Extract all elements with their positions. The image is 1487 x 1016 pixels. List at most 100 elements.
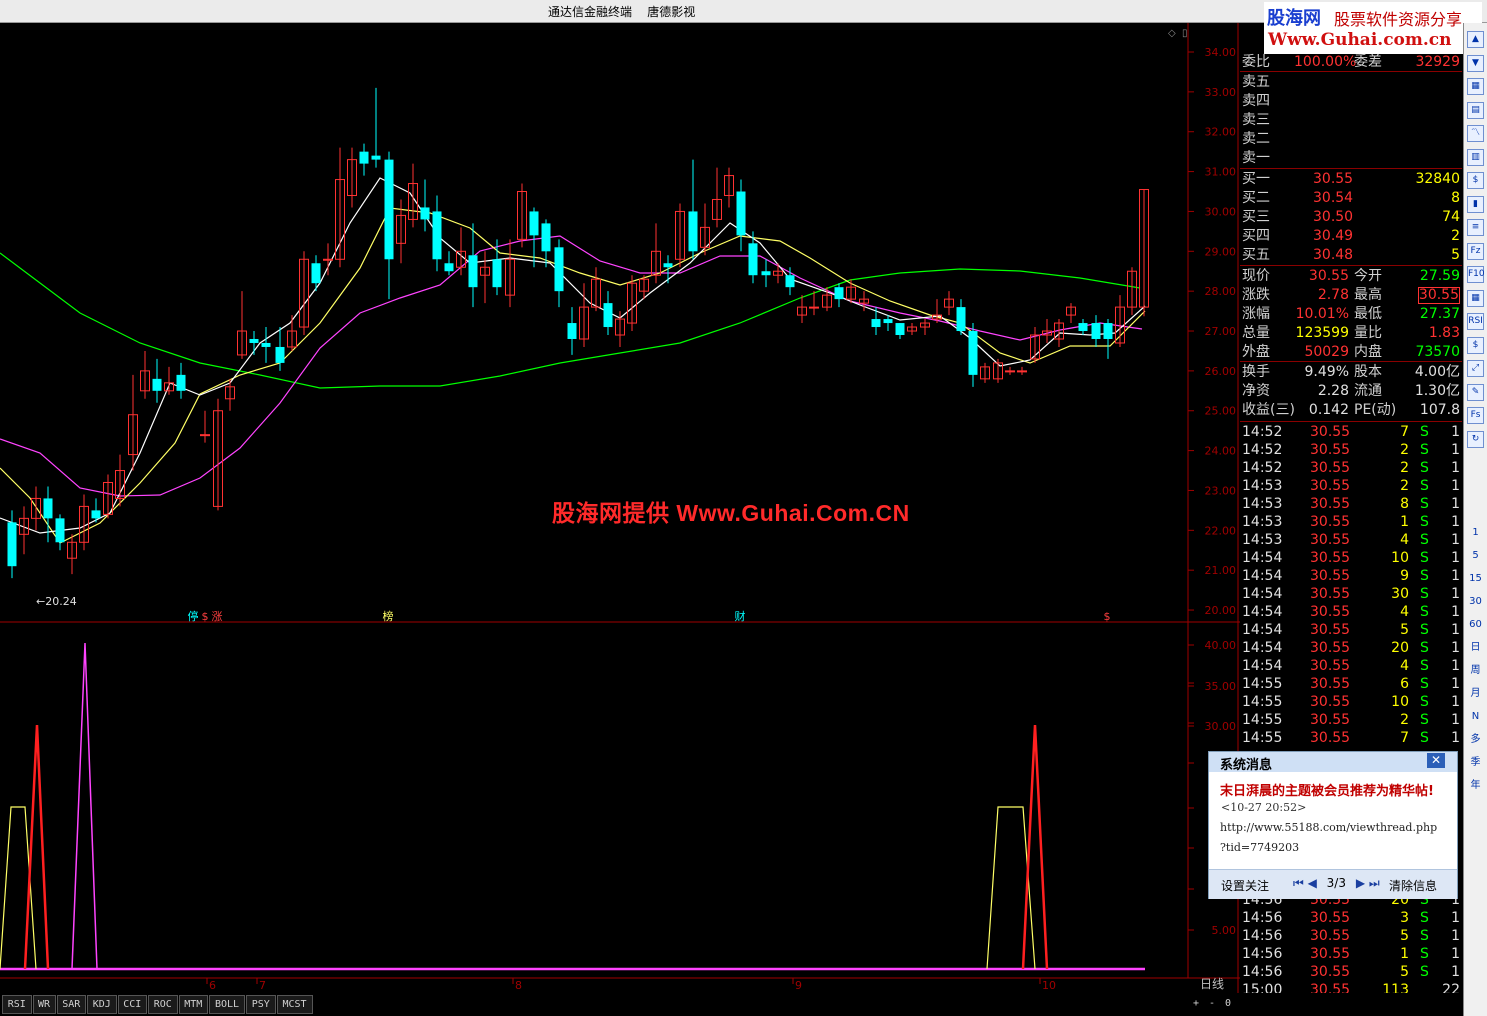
indicator-tab[interactable]: MCST bbox=[276, 995, 313, 1014]
buy-label: 买四 bbox=[1242, 228, 1270, 244]
tick-side: S bbox=[1420, 622, 1429, 638]
brand-logo[interactable]: 股海网 股票软件资源分享 Www.Guhai.com.cn bbox=[1264, 2, 1482, 54]
indicator-tab[interactable]: WR bbox=[32, 995, 56, 1014]
list-icon[interactable]: ≡ bbox=[1467, 219, 1484, 236]
candle-body-down bbox=[1103, 323, 1113, 339]
event-marker[interactable]: 涨 bbox=[212, 610, 223, 623]
next-page-button[interactable]: ▶ ⏭ bbox=[1356, 876, 1380, 890]
buy-label: 买三 bbox=[1242, 209, 1270, 225]
indicator-magenta-spike bbox=[71, 642, 98, 970]
tick-price: 30.55 bbox=[1310, 640, 1351, 656]
f10-icon[interactable]: F10 bbox=[1467, 266, 1485, 283]
period-button[interactable]: 5 bbox=[1466, 546, 1485, 565]
period-button[interactable]: 1 bbox=[1466, 523, 1485, 542]
popup-url[interactable]: http://www.55188.com/viewthread.php bbox=[1220, 821, 1437, 834]
tick-time: 14:52 bbox=[1242, 424, 1283, 440]
indicator-tab[interactable]: KDJ bbox=[87, 995, 117, 1014]
indicator-tab[interactable]: SAR bbox=[56, 995, 86, 1014]
event-marker[interactable]: 财 bbox=[735, 609, 746, 623]
period-button[interactable]: 年 bbox=[1466, 776, 1485, 795]
down-arrow-icon[interactable]: ▼ bbox=[1467, 54, 1484, 72]
period-button[interactable]: 60 bbox=[1466, 615, 1485, 634]
period-button[interactable]: 季 bbox=[1466, 753, 1485, 772]
tick-price: 30.55 bbox=[1310, 658, 1351, 674]
period-button[interactable]: 月 bbox=[1466, 684, 1485, 703]
tick-side: S bbox=[1420, 712, 1429, 728]
buy-label: 买一 bbox=[1242, 171, 1270, 187]
refresh-icon[interactable]: ↻ bbox=[1467, 430, 1484, 448]
tick-price: 30.55 bbox=[1310, 712, 1351, 728]
tick-count: 1 bbox=[1451, 964, 1460, 980]
panel-divider bbox=[1240, 361, 1462, 362]
bar-chart-icon[interactable]: ▮ bbox=[1467, 195, 1484, 213]
indicator-tab[interactable]: BOLL bbox=[209, 995, 245, 1014]
event-marker[interactable]: $ bbox=[202, 610, 209, 623]
tick-side: S bbox=[1420, 964, 1429, 980]
zoom-control[interactable]: - bbox=[1206, 995, 1218, 1012]
candle-body-down bbox=[371, 155, 381, 160]
event-marker[interactable]: $ bbox=[1104, 610, 1111, 623]
watermark: 股海网提供 Www.Guhai.Com.CN bbox=[552, 500, 910, 526]
candle-body-down bbox=[7, 522, 17, 567]
follow-button[interactable]: 设置关注 bbox=[1221, 877, 1269, 894]
tick-price: 30.55 bbox=[1310, 460, 1351, 476]
prev-page-button[interactable]: ⏮ ◀ bbox=[1293, 876, 1317, 890]
panel-divider bbox=[1240, 265, 1462, 266]
candle-icon[interactable]: ▥ bbox=[1467, 148, 1484, 166]
zoom-control[interactable]: 0 bbox=[1222, 995, 1234, 1012]
tick-price: 30.55 bbox=[1310, 964, 1351, 980]
dollar-icon[interactable]: $ bbox=[1467, 336, 1484, 354]
line-chart-icon[interactable]: 〽 bbox=[1467, 125, 1484, 142]
tick-volume: 7 bbox=[1400, 730, 1409, 746]
period-button[interactable]: 15 bbox=[1466, 569, 1485, 588]
period-button[interactable]: 日 bbox=[1466, 638, 1485, 657]
period-button[interactable]: 周 bbox=[1466, 661, 1485, 680]
tick-time: 14:53 bbox=[1242, 532, 1283, 548]
indicator-tab[interactable]: CCI bbox=[117, 995, 147, 1014]
tick-time: 14:54 bbox=[1242, 550, 1283, 566]
tick-count: 1 bbox=[1451, 550, 1460, 566]
grid-icon[interactable]: ▦ bbox=[1467, 78, 1484, 95]
period-button[interactable]: N bbox=[1466, 707, 1485, 726]
tick-side: S bbox=[1420, 658, 1429, 674]
rsi-icon[interactable]: RSI bbox=[1467, 313, 1484, 330]
popup-message[interactable]: 末日湃晨的主题被会员推荐为精华帖! bbox=[1220, 780, 1434, 799]
close-button[interactable]: ✕ bbox=[1427, 753, 1445, 768]
candle-body-down bbox=[1091, 323, 1101, 339]
fs-icon[interactable]: Fs bbox=[1467, 407, 1484, 424]
zoom-control[interactable]: + bbox=[1190, 995, 1202, 1012]
clear-button[interactable]: 清除信息 bbox=[1389, 877, 1437, 894]
stat-label: 总量 bbox=[1242, 325, 1270, 341]
stat-label: 现价 bbox=[1242, 268, 1270, 284]
weibi-label: 委比 bbox=[1242, 54, 1270, 70]
tick-price: 30.55 bbox=[1310, 622, 1351, 638]
popup-url-query[interactable]: ?tid=7749203 bbox=[1220, 841, 1299, 854]
pen-icon[interactable]: ✎ bbox=[1467, 383, 1484, 401]
trade-tick-row: 14:52 30.55 7 S 1 bbox=[1240, 423, 1462, 441]
tick-volume: 6 bbox=[1400, 676, 1409, 692]
candle-body-down bbox=[249, 338, 259, 343]
stat-value: 107.8 bbox=[1419, 402, 1460, 418]
arrow-icon[interactable]: ⤢ bbox=[1467, 360, 1484, 377]
indicator-tab[interactable]: ROC bbox=[148, 995, 178, 1014]
event-marker[interactable]: 榜 bbox=[383, 609, 394, 623]
buy-volume: 8 bbox=[1451, 190, 1460, 206]
money-icon[interactable]: $ bbox=[1467, 172, 1484, 189]
stat-label: 净资 bbox=[1242, 383, 1270, 399]
indicator-tab[interactable]: MTM bbox=[178, 995, 208, 1014]
indicator-tab[interactable]: RSI bbox=[2, 995, 32, 1014]
popup-pager: ⏮ ◀ 3/3 ▶ ⏭ bbox=[1293, 876, 1380, 891]
event-marker[interactable]: 停 bbox=[188, 609, 199, 623]
indicator-tab[interactable]: PSY bbox=[246, 995, 276, 1014]
up-arrow-icon[interactable]: ▲ bbox=[1467, 31, 1484, 48]
period-button[interactable]: 30 bbox=[1466, 592, 1485, 611]
weicha-label: 委差 bbox=[1354, 54, 1382, 70]
table-icon[interactable]: ▤ bbox=[1467, 101, 1484, 119]
fz-icon[interactable]: Fz bbox=[1467, 242, 1484, 260]
period-button[interactable]: 多 bbox=[1466, 730, 1485, 749]
tick-side: S bbox=[1420, 442, 1429, 458]
buy-price: 30.50 bbox=[1313, 209, 1354, 225]
tick-volume: 5 bbox=[1400, 622, 1409, 638]
table2-icon[interactable]: ▦ bbox=[1467, 289, 1484, 307]
candle-body-up bbox=[1017, 370, 1027, 373]
